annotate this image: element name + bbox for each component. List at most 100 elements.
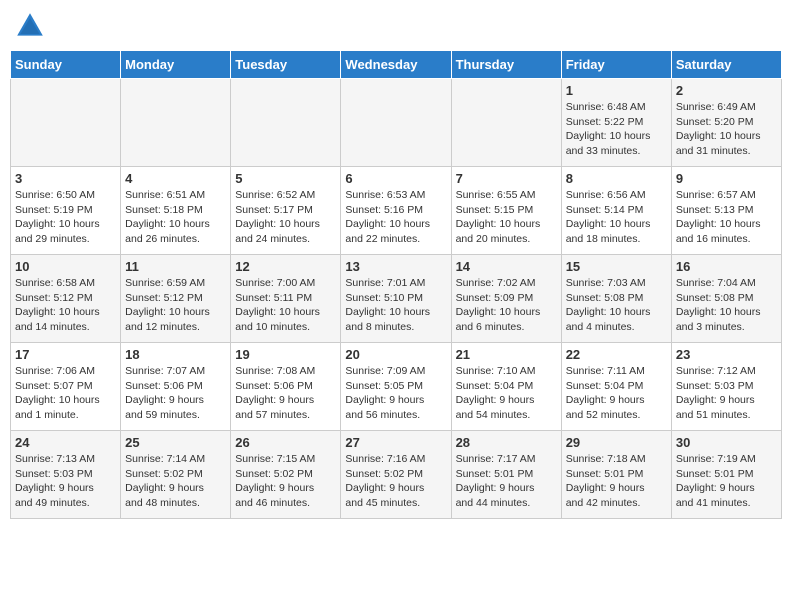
- day-cell: 14 Sunrise: 7:02 AMSunset: 5:09 PMDayligh…: [451, 255, 561, 343]
- day-cell: [11, 79, 121, 167]
- day-cell: 17 Sunrise: 7:06 AMSunset: 5:07 PMDayligh…: [11, 343, 121, 431]
- day-cell: 26 Sunrise: 7:15 AMSunset: 5:02 PMDayligh…: [231, 431, 341, 519]
- day-info: Sunrise: 7:15 AMSunset: 5:02 PMDaylight:…: [235, 452, 336, 511]
- day-info: Sunrise: 7:02 AMSunset: 5:09 PMDaylight:…: [456, 276, 557, 335]
- weekday-header-thursday: Thursday: [451, 51, 561, 79]
- day-cell: 2 Sunrise: 6:49 AMSunset: 5:20 PMDaylight…: [671, 79, 781, 167]
- day-cell: 30Sunrise: 7:19 AMSunset: 5:01 PMDayligh…: [671, 431, 781, 519]
- day-info: Sunrise: 6:56 AMSunset: 5:14 PMDaylight:…: [566, 188, 667, 247]
- day-number: 19: [235, 347, 336, 362]
- week-row-4: 17 Sunrise: 7:06 AMSunset: 5:07 PMDayligh…: [11, 343, 782, 431]
- day-info: Sunrise: 6:51 AMSunset: 5:18 PMDaylight:…: [125, 188, 226, 247]
- day-number: 8: [566, 171, 667, 186]
- day-cell: [341, 79, 451, 167]
- day-info: Sunrise: 7:06 AMSunset: 5:07 PMDaylight:…: [15, 364, 116, 423]
- day-cell: 23 Sunrise: 7:12 AMSunset: 5:03 PMDayligh…: [671, 343, 781, 431]
- day-cell: 4 Sunrise: 6:51 AMSunset: 5:18 PMDaylight…: [121, 167, 231, 255]
- day-cell: 22 Sunrise: 7:11 AMSunset: 5:04 PMDayligh…: [561, 343, 671, 431]
- day-cell: 27 Sunrise: 7:16 AMSunset: 5:02 PMDayligh…: [341, 431, 451, 519]
- day-number: 1: [566, 83, 667, 98]
- day-info: Sunrise: 7:09 AMSunset: 5:05 PMDaylight:…: [345, 364, 446, 423]
- day-info: Sunrise: 7:13 AMSunset: 5:03 PMDaylight:…: [15, 452, 116, 511]
- day-number: 13: [345, 259, 446, 274]
- day-cell: [231, 79, 341, 167]
- calendar: SundayMondayTuesdayWednesdayThursdayFrid…: [10, 50, 782, 519]
- day-number: 7: [456, 171, 557, 186]
- day-info: Sunrise: 7:00 AMSunset: 5:11 PMDaylight:…: [235, 276, 336, 335]
- day-cell: 19Sunrise: 7:08 AMSunset: 5:06 PMDayligh…: [231, 343, 341, 431]
- day-cell: 10 Sunrise: 6:58 AMSunset: 5:12 PMDayligh…: [11, 255, 121, 343]
- day-info: Sunrise: 7:04 AMSunset: 5:08 PMDaylight:…: [676, 276, 777, 335]
- day-info: Sunrise: 6:58 AMSunset: 5:12 PMDaylight:…: [15, 276, 116, 335]
- day-cell: 7 Sunrise: 6:55 AMSunset: 5:15 PMDaylight…: [451, 167, 561, 255]
- day-number: 16: [676, 259, 777, 274]
- day-cell: 20 Sunrise: 7:09 AMSunset: 5:05 PMDayligh…: [341, 343, 451, 431]
- day-cell: 12Sunrise: 7:00 AMSunset: 5:11 PMDayligh…: [231, 255, 341, 343]
- day-number: 4: [125, 171, 226, 186]
- day-number: 6: [345, 171, 446, 186]
- logo-icon: [14, 10, 46, 42]
- day-info: Sunrise: 6:52 AMSunset: 5:17 PMDaylight:…: [235, 188, 336, 247]
- day-number: 24: [15, 435, 116, 450]
- day-number: 25: [125, 435, 226, 450]
- day-info: Sunrise: 6:50 AMSunset: 5:19 PMDaylight:…: [15, 188, 116, 247]
- day-number: 15: [566, 259, 667, 274]
- day-number: 23: [676, 347, 777, 362]
- day-number: 3: [15, 171, 116, 186]
- day-info: Sunrise: 7:16 AMSunset: 5:02 PMDaylight:…: [345, 452, 446, 511]
- weekday-header-saturday: Saturday: [671, 51, 781, 79]
- day-cell: [121, 79, 231, 167]
- day-cell: 16 Sunrise: 7:04 AMSunset: 5:08 PMDayligh…: [671, 255, 781, 343]
- day-number: 27: [345, 435, 446, 450]
- day-number: 11: [125, 259, 226, 274]
- day-cell: 24 Sunrise: 7:13 AMSunset: 5:03 PMDayligh…: [11, 431, 121, 519]
- day-number: 20: [345, 347, 446, 362]
- day-info: Sunrise: 6:57 AMSunset: 5:13 PMDaylight:…: [676, 188, 777, 247]
- weekday-header-tuesday: Tuesday: [231, 51, 341, 79]
- day-number: 22: [566, 347, 667, 362]
- day-cell: 1 Sunrise: 6:48 AMSunset: 5:22 PMDaylight…: [561, 79, 671, 167]
- day-info: Sunrise: 6:55 AMSunset: 5:15 PMDaylight:…: [456, 188, 557, 247]
- day-number: 29: [566, 435, 667, 450]
- day-cell: 13 Sunrise: 7:01 AMSunset: 5:10 PMDayligh…: [341, 255, 451, 343]
- day-info: Sunrise: 7:11 AMSunset: 5:04 PMDaylight:…: [566, 364, 667, 423]
- day-info: Sunrise: 7:07 AMSunset: 5:06 PMDaylight:…: [125, 364, 226, 423]
- page: SundayMondayTuesdayWednesdayThursdayFrid…: [0, 0, 792, 529]
- week-row-5: 24 Sunrise: 7:13 AMSunset: 5:03 PMDayligh…: [11, 431, 782, 519]
- day-number: 14: [456, 259, 557, 274]
- day-cell: 6 Sunrise: 6:53 AMSunset: 5:16 PMDaylight…: [341, 167, 451, 255]
- day-cell: 9Sunrise: 6:57 AMSunset: 5:13 PMDaylight…: [671, 167, 781, 255]
- day-info: Sunrise: 7:12 AMSunset: 5:03 PMDaylight:…: [676, 364, 777, 423]
- weekday-header-monday: Monday: [121, 51, 231, 79]
- weekday-header-sunday: Sunday: [11, 51, 121, 79]
- week-row-1: 1 Sunrise: 6:48 AMSunset: 5:22 PMDaylight…: [11, 79, 782, 167]
- day-number: 17: [15, 347, 116, 362]
- day-cell: 5 Sunrise: 6:52 AMSunset: 5:17 PMDaylight…: [231, 167, 341, 255]
- day-cell: [451, 79, 561, 167]
- day-info: Sunrise: 7:14 AMSunset: 5:02 PMDaylight:…: [125, 452, 226, 511]
- day-number: 28: [456, 435, 557, 450]
- day-cell: 18 Sunrise: 7:07 AMSunset: 5:06 PMDayligh…: [121, 343, 231, 431]
- weekday-header-wednesday: Wednesday: [341, 51, 451, 79]
- logo: [14, 10, 50, 42]
- day-number: 30: [676, 435, 777, 450]
- day-cell: 15Sunrise: 7:03 AMSunset: 5:08 PMDayligh…: [561, 255, 671, 343]
- day-number: 10: [15, 259, 116, 274]
- day-cell: 25 Sunrise: 7:14 AMSunset: 5:02 PMDayligh…: [121, 431, 231, 519]
- day-cell: 28Sunrise: 7:17 AMSunset: 5:01 PMDayligh…: [451, 431, 561, 519]
- day-info: Sunrise: 6:49 AMSunset: 5:20 PMDaylight:…: [676, 100, 777, 159]
- header: [10, 10, 782, 42]
- day-info: Sunrise: 7:01 AMSunset: 5:10 PMDaylight:…: [345, 276, 446, 335]
- day-info: Sunrise: 6:59 AMSunset: 5:12 PMDaylight:…: [125, 276, 226, 335]
- day-cell: 3 Sunrise: 6:50 AMSunset: 5:19 PMDaylight…: [11, 167, 121, 255]
- day-info: Sunrise: 7:10 AMSunset: 5:04 PMDaylight:…: [456, 364, 557, 423]
- day-cell: 29 Sunrise: 7:18 AMSunset: 5:01 PMDayligh…: [561, 431, 671, 519]
- day-number: 21: [456, 347, 557, 362]
- day-number: 2: [676, 83, 777, 98]
- day-number: 18: [125, 347, 226, 362]
- day-number: 26: [235, 435, 336, 450]
- day-info: Sunrise: 6:53 AMSunset: 5:16 PMDaylight:…: [345, 188, 446, 247]
- day-number: 5: [235, 171, 336, 186]
- day-info: Sunrise: 6:48 AMSunset: 5:22 PMDaylight:…: [566, 100, 667, 159]
- day-info: Sunrise: 7:18 AMSunset: 5:01 PMDaylight:…: [566, 452, 667, 511]
